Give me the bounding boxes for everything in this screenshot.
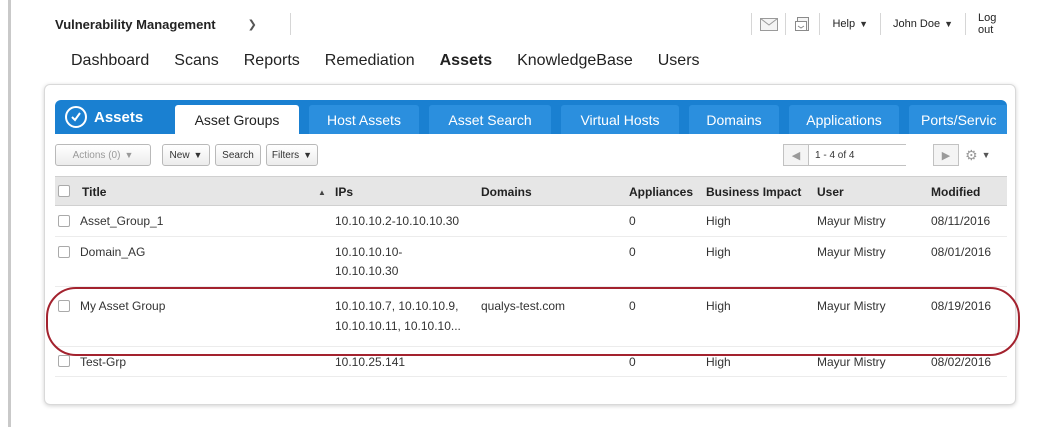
cell-title[interactable]: My Asset Group	[80, 296, 165, 316]
nav-item-dashboard[interactable]: Dashboard	[71, 52, 149, 70]
cell-modified: 08/11/2016	[931, 214, 991, 228]
column-header-domains[interactable]: Domains	[481, 185, 532, 199]
mail-icon[interactable]	[751, 13, 785, 35]
cell-modified: 08/02/2016	[931, 355, 992, 369]
tab-asset-search[interactable]: Asset Search	[429, 105, 551, 134]
cell-ips-line2: 10.10.10.11, 10.10.10...	[335, 319, 461, 333]
chevron-down-icon: ▼	[303, 150, 313, 160]
gear-icon: ⚙	[965, 146, 978, 163]
new-button[interactable]: New ▼	[162, 144, 210, 166]
chevron-down-icon: ▼	[124, 150, 134, 160]
cell-appliances: 0	[629, 245, 636, 259]
row-checkbox[interactable]	[58, 246, 70, 258]
chevron-down-icon: ▼	[944, 19, 953, 29]
nav-item-scans[interactable]: Scans	[174, 52, 218, 70]
column-header-user[interactable]: User	[817, 185, 844, 199]
help-label: Help	[832, 18, 856, 30]
cell-business-impact: High	[706, 299, 731, 313]
page-left-border	[8, 0, 11, 427]
sort-asc-icon: ▲	[318, 188, 326, 197]
cell-title[interactable]: Test-Grp	[80, 352, 126, 372]
cell-business-impact: High	[706, 245, 731, 259]
cell-appliances: 0	[629, 355, 636, 369]
module-brand-label: Assets	[94, 108, 144, 126]
tab-applications[interactable]: Applications	[789, 105, 899, 134]
select-all-checkbox[interactable]	[58, 185, 70, 197]
cell-modified: 08/01/2016	[931, 245, 992, 259]
tab-host-assets[interactable]: Host Assets	[309, 105, 419, 134]
inbox-icon[interactable]	[785, 13, 819, 35]
row-checkbox[interactable]	[58, 215, 70, 227]
actions-label: Actions (0)	[72, 149, 121, 161]
nav-item-users[interactable]: Users	[658, 52, 700, 70]
cell-domains: qualys-test.com	[481, 299, 566, 313]
row-checkbox[interactable]	[58, 355, 70, 367]
table-header: Title ▲ IPs Domains Appliances Business …	[55, 176, 1007, 206]
column-header-modified[interactable]: Modified	[931, 185, 980, 199]
cell-ips-line2: 10.10.10.30	[335, 264, 399, 278]
filters-label: Filters	[271, 149, 300, 161]
table-row[interactable]: My Asset Group 10.10.10.7, 10.10.10.9, 1…	[55, 287, 1007, 347]
next-page-button[interactable]: ▶	[933, 144, 959, 166]
prev-page-button[interactable]: ◀	[783, 144, 809, 166]
tab-ports-services[interactable]: Ports/Servic	[909, 105, 1007, 134]
app-selector-label: Vulnerability Management	[55, 16, 216, 32]
chevron-right-icon: ▶	[941, 149, 951, 162]
assets-panel: Assets Asset Groups Host Assets Asset Se…	[44, 84, 1016, 405]
chevron-down-icon: ▼	[193, 150, 203, 160]
nav-item-remediation[interactable]: Remediation	[325, 52, 415, 70]
table-row[interactable]: Asset_Group_1 10.10.10.2-10.10.10.30 0 H…	[55, 206, 1007, 237]
cell-ips-line1: 10.10.10.10-	[335, 245, 403, 259]
cell-user: Mayur Mistry	[817, 214, 886, 228]
chevron-left-icon: ◀	[791, 149, 801, 162]
chevron-down-icon: ▼	[859, 19, 868, 29]
nav-item-reports[interactable]: Reports	[244, 52, 300, 70]
assets-logo-icon	[65, 106, 87, 128]
cell-ips: 10.10.25.141	[335, 355, 406, 369]
cell-modified: 08/19/2016	[931, 299, 992, 313]
search-button[interactable]: Search	[215, 144, 261, 166]
chevron-down-icon: ▼	[981, 150, 991, 160]
column-header-title[interactable]: Title	[82, 185, 106, 199]
top-utility-bar: Vulnerability Management ❯ Help ▼ John D…	[43, 9, 1023, 39]
main-nav: Dashboard Scans Reports Remediation Asse…	[71, 52, 725, 70]
cell-business-impact: High	[706, 355, 731, 369]
cell-title[interactable]: Domain_AG	[80, 242, 145, 262]
cell-ips-line1: 10.10.10.7, 10.10.10.9,	[335, 299, 459, 313]
user-name: John Doe	[892, 18, 941, 30]
cell-appliances: 0	[629, 299, 636, 313]
app-selector[interactable]: Vulnerability Management ❯	[43, 13, 291, 35]
tab-virtual-hosts[interactable]: Virtual Hosts	[561, 105, 679, 134]
cell-ips: 10.10.10.2-10.10.10.30	[335, 214, 460, 228]
table-row[interactable]: Test-Grp 10.10.25.141 0 High Mayur Mistr…	[55, 347, 1007, 377]
new-label: New	[169, 149, 190, 161]
filters-button[interactable]: Filters ▼	[266, 144, 318, 166]
cell-user: Mayur Mistry	[817, 245, 886, 259]
tab-domains[interactable]: Domains	[689, 105, 779, 134]
module-brand: Assets	[65, 104, 143, 130]
cell-appliances: 0	[629, 214, 636, 228]
actions-button[interactable]: Actions (0) ▼	[55, 144, 151, 166]
row-checkbox[interactable]	[58, 300, 70, 312]
column-header-business-impact[interactable]: Business Impact	[706, 185, 801, 199]
logout-link[interactable]: Log out	[965, 12, 1023, 36]
nav-item-knowledgebase[interactable]: KnowledgeBase	[517, 52, 633, 70]
column-header-appliances[interactable]: Appliances	[629, 185, 693, 199]
cell-user: Mayur Mistry	[817, 299, 886, 313]
help-menu[interactable]: Help ▼	[819, 13, 880, 35]
cell-title[interactable]: Asset_Group_1	[80, 211, 163, 231]
column-header-ips[interactable]: IPs	[335, 185, 353, 199]
table-row[interactable]: Domain_AG 10.10.10.10- 10.10.10.30 0 Hig…	[55, 237, 1007, 287]
cell-user: Mayur Mistry	[817, 355, 886, 369]
user-menu[interactable]: John Doe ▼	[879, 13, 965, 35]
page-range: 1 - 4 of 4	[809, 144, 906, 166]
module-tab-bar: Assets Asset Groups Host Assets Asset Se…	[55, 100, 1007, 134]
pagination: ◀ 1 - 4 of 4 ▶	[783, 144, 959, 166]
settings-menu[interactable]: ⚙ ▼	[965, 145, 1001, 165]
nav-item-assets[interactable]: Assets	[440, 52, 492, 70]
chevron-down-icon: ❯	[247, 18, 257, 31]
cell-business-impact: High	[706, 214, 731, 228]
list-toolbar: Actions (0) ▼ New ▼ Search Filters ▼ ◀ 1…	[55, 144, 1007, 168]
tab-asset-groups[interactable]: Asset Groups	[175, 105, 299, 134]
